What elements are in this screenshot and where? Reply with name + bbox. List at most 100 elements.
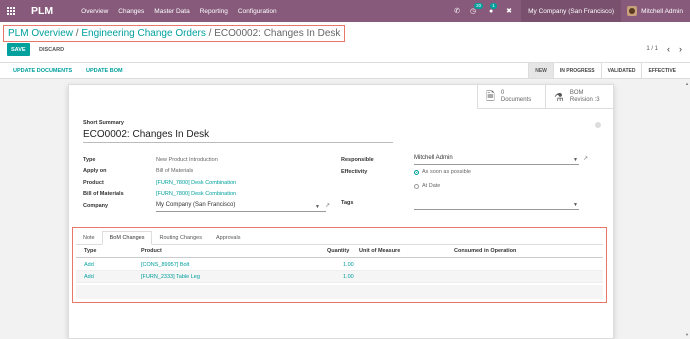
type-label: Type [83,157,96,163]
documents-count: 0 [500,90,505,96]
effectivity-date-label: At Date [422,183,441,189]
apply-on-value[interactable]: Bill of Materials [156,168,193,174]
user-name: Mitchell Admin [641,7,683,15]
chat-icon[interactable]: ● 1 [481,0,501,22]
company-label: Company [83,203,109,209]
avatar [627,6,638,16]
responsible-field[interactable]: Mitchell Admin [414,155,579,165]
activity-icon[interactable]: ◷ 20 [465,0,484,22]
effectivity-asap-radio[interactable]: As soon as possible [414,169,471,175]
stage-validated[interactable]: VALIDATED [600,63,642,78]
apps-menu-icon[interactable] [0,0,22,22]
page-scrollbar[interactable]: ▲ ▼ [684,79,690,339]
bom-label: BOM [569,90,584,96]
table-row[interactable]: Add [FURN_2333] Table Leg 1.00 [76,271,603,283]
save-button[interactable]: SAVE [7,43,30,56]
menu-reporting[interactable]: Reporting [200,8,228,15]
kanban-state-icon[interactable] [595,122,601,128]
chat-count-badge: 1 [490,3,497,9]
tags-field[interactable] [414,200,579,210]
update-bom-button[interactable]: UPDATE BOM [86,63,123,78]
chevron-down-icon[interactable]: ▼ [573,202,578,208]
stage-pipeline: NEW IN PROGRESS VALIDATED EFFECTIVE [528,63,682,78]
apply-on-label: Apply on [83,168,107,174]
breadcrumb-plm-overview[interactable]: PLM Overview [8,28,73,39]
type-value[interactable]: New Product Introduction [156,157,218,163]
breadcrumb: PLM Overview / Engineering Change Orders… [3,25,346,42]
bom-link[interactable]: [FURN_7800] Desk Combination [156,191,236,197]
radio-checked-icon [414,169,419,175]
responsible-label: Responsible [341,157,374,163]
radio-unchecked-icon [414,183,419,189]
documents-label: Documents [500,97,532,103]
row-type: Add [84,274,94,280]
phone-icon[interactable]: ✆ [449,0,465,22]
company-field[interactable]: My Company (San Francisco) [156,202,326,212]
summary-label: Short Summary [83,120,124,126]
control-panel: PLM Overview / Engineering Change Orders… [0,22,690,62]
notebook: Note BoM Changes Routing Changes Approva… [72,227,607,303]
row-quantity: 1.00 [343,262,354,268]
chevron-down-icon[interactable]: ▼ [573,157,578,163]
tags-label: Tags [341,200,354,206]
app-title[interactable]: PLM [31,5,53,17]
user-menu[interactable]: Mitchell Admin [621,0,690,22]
bom-revision: Revision :3 [569,97,600,103]
stage-effective[interactable]: EFFECTIVE [641,63,682,78]
row-product: [CONS_89957] Bolt [141,262,190,268]
top-navbar: PLM Overview Changes Master Data Reporti… [0,0,690,22]
documents-smart-button[interactable]: 🗎 0 Documents [477,85,545,109]
company-switcher[interactable]: My Company (San Francisco) [521,0,622,22]
tab-bom-changes[interactable]: BoM Changes [101,231,153,245]
flask-icon: ⚗ [554,91,564,104]
menu-changes[interactable]: Changes [118,8,144,15]
bom-revision-smart-button[interactable]: ⚗ BOM Revision :3 [545,85,613,109]
scroll-up-icon[interactable]: ▲ [685,81,689,86]
external-link-icon[interactable]: ↗ [325,202,330,209]
scroll-down-icon[interactable]: ▼ [685,332,689,337]
table-row[interactable]: Add [CONS_89957] Bolt 1.00 [76,259,603,271]
chevron-left-icon[interactable]: ‹ [667,45,670,54]
column-product[interactable]: Product [141,248,162,254]
pager: 1 / 1 ‹ › [646,45,682,54]
external-link-icon[interactable]: ↗ [583,155,588,162]
effectivity-label: Effectivity [341,169,368,175]
breadcrumb-separator: / [208,28,212,39]
row-product: [FURN_2333] Table Leg [141,274,200,280]
menu-overview[interactable]: Overview [81,8,108,15]
menu-master-data[interactable]: Master Data [154,8,189,15]
breadcrumb-eco-list[interactable]: Engineering Change Orders [81,28,206,39]
debug-close-icon[interactable]: ✖ [501,0,517,22]
column-quantity[interactable]: Quantity [327,248,349,254]
stage-new[interactable]: NEW [528,63,553,78]
chevron-down-icon[interactable]: ▼ [315,204,320,210]
discard-button[interactable]: DISCARD [39,43,64,56]
stage-in-progress[interactable]: IN PROGRESS [552,63,601,78]
update-documents-button[interactable]: UPDATE DOCUMENTS [13,63,72,78]
tab-approvals[interactable]: Approvals [209,231,247,245]
product-link[interactable]: [FURN_7800] Desk Combination [156,180,236,186]
chevron-right-icon[interactable]: › [679,45,682,54]
column-type[interactable]: Type [84,248,96,254]
product-label: Product [83,180,104,186]
column-uom[interactable]: Unit of Measure [359,248,400,254]
effectivity-asap-label: As soon as possible [422,169,471,175]
table-footer [76,285,603,299]
pager-value[interactable]: 1 / 1 [646,46,658,52]
bom-field-label: Bill of Materials [83,191,124,197]
tab-routing-changes[interactable]: Routing Changes [152,231,209,245]
menu-configuration[interactable]: Configuration [238,8,277,15]
breadcrumb-separator: / [75,28,79,39]
column-consumed-in-operation[interactable]: Consumed in Operation [454,248,516,254]
statusbar: UPDATE DOCUMENTS UPDATE BOM NEW IN PROGR… [0,62,690,79]
row-type: Add [84,262,94,268]
table-header: Type Product Quantity Unit of Measure Co… [76,246,603,258]
document-icon: 🗎 [486,90,495,103]
row-quantity: 1.00 [343,274,354,280]
effectivity-date-radio[interactable]: At Date [414,183,440,189]
breadcrumb-current: ECO0002: Changes In Desk [214,28,341,39]
notebook-tabs: Note BoM Changes Routing Changes Approva… [76,231,603,245]
smart-buttons: 🗎 0 Documents ⚗ BOM Revision :3 [477,85,613,109]
tab-note[interactable]: Note [76,231,102,245]
summary-field[interactable]: ECO0002: Changes In Desk [83,129,393,143]
